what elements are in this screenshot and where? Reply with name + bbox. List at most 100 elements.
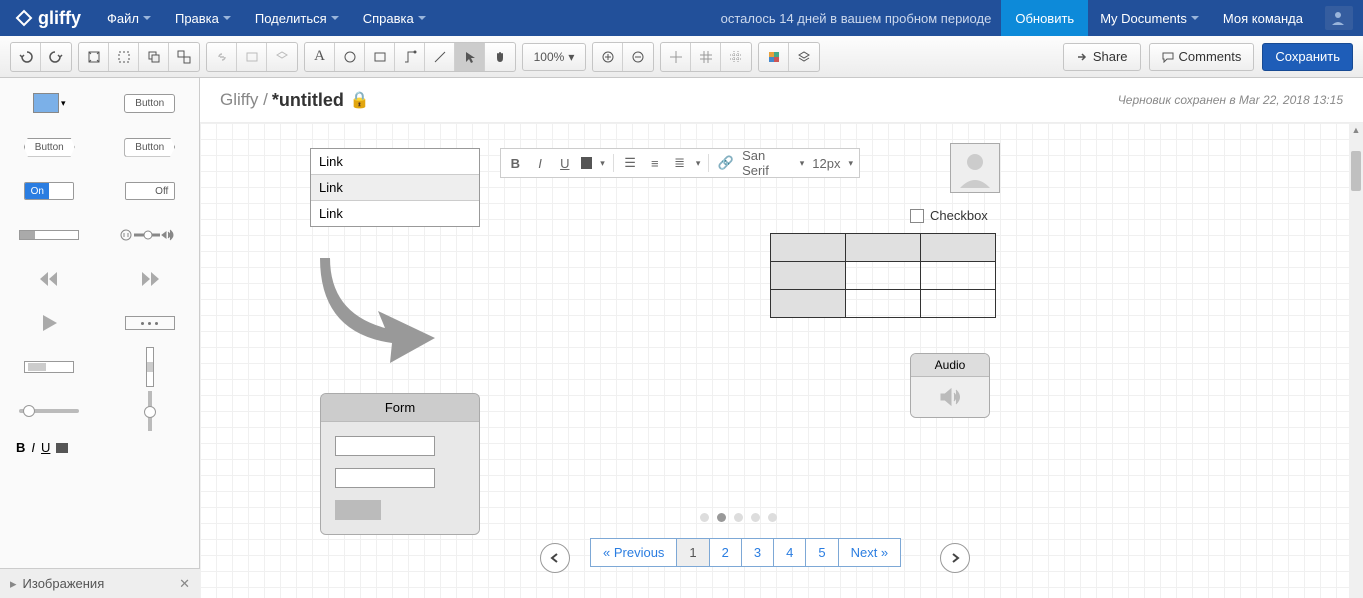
stencil-slider-v[interactable] [111, 352, 189, 382]
menu-help[interactable]: Справка [351, 0, 438, 36]
stencil-skip-forward[interactable] [111, 264, 189, 294]
list-ul-icon[interactable]: ☰ [622, 155, 639, 171]
page-4[interactable]: 4 [774, 539, 806, 566]
list-ol-icon[interactable]: ≡ [646, 156, 663, 171]
grid-snap-button[interactable] [661, 43, 691, 71]
rect-tool[interactable] [365, 43, 395, 71]
canvas-scrollbar[interactable]: ▲ [1349, 123, 1363, 598]
audio-title: Audio [911, 354, 989, 377]
form-submit [335, 500, 381, 520]
text-tool[interactable]: A [305, 43, 335, 71]
my-documents-menu[interactable]: My Documents [1088, 0, 1211, 36]
shape-table[interactable] [770, 233, 996, 318]
connector-tool[interactable] [395, 43, 425, 71]
align-icon[interactable]: ≣ [671, 155, 688, 171]
page-prev[interactable]: « Previous [591, 539, 677, 566]
menu-edit[interactable]: Правка [163, 0, 243, 36]
upgrade-button[interactable]: Обновить [1001, 0, 1088, 36]
zoom-select[interactable]: 100%▾ [522, 43, 586, 71]
form-title: Form [321, 394, 479, 422]
menu-file[interactable]: Файл [95, 0, 163, 36]
link-icon[interactable]: 🔗 [717, 155, 734, 171]
shape-checkbox[interactable]: Checkbox [910, 208, 988, 223]
scroll-up-icon[interactable]: ▲ [1349, 123, 1363, 137]
stencil-input[interactable] [10, 352, 88, 382]
share-button[interactable]: Share [1063, 43, 1141, 71]
layers-button[interactable] [789, 43, 819, 71]
speaker-icon [938, 385, 962, 409]
undo-button[interactable] [11, 43, 41, 71]
link-item[interactable]: Link [311, 175, 479, 201]
page-next[interactable]: Next » [839, 539, 901, 566]
shape-pager-dots[interactable] [700, 513, 777, 522]
pan-tool[interactable] [485, 43, 515, 71]
zoom-in-button[interactable] [593, 43, 623, 71]
pointer-tool[interactable] [455, 43, 485, 71]
shape-nav-next[interactable] [940, 543, 970, 573]
app-header: gliffy Файл Правка Поделиться Справка ос… [0, 0, 1363, 36]
stencil-text-format[interactable]: B I U [16, 440, 68, 455]
shape-avatar[interactable] [950, 143, 1000, 193]
lock-icon: 🔒 [350, 90, 370, 110]
stencil-progress[interactable] [10, 220, 88, 250]
bold-icon[interactable]: B [507, 156, 524, 171]
select-all-button[interactable] [109, 43, 139, 71]
guides-button[interactable] [721, 43, 751, 71]
canvas[interactable]: Link Link Link Form B I U [200, 123, 1363, 598]
stencil-button-arrow[interactable]: Button [124, 138, 175, 157]
stencil-switch[interactable] [10, 396, 88, 426]
shape-text-toolbar[interactable]: B I U ▾ ☰ ≡ ≣▾ 🔗 San Serif▾ 12px▾ [500, 148, 860, 178]
shape-form[interactable]: Form [320, 393, 480, 535]
scroll-thumb[interactable] [1351, 151, 1361, 191]
stencil-color-swatch[interactable]: ▾ [10, 88, 88, 118]
font-select[interactable]: San Serif [742, 148, 792, 178]
comments-button[interactable]: Comments [1149, 43, 1255, 71]
shape-pagination[interactable]: « Previous 1 2 3 4 5 Next » [590, 538, 901, 567]
share-icon [1076, 51, 1088, 63]
stencil-volume[interactable] [111, 220, 189, 250]
link-item[interactable]: Link [311, 149, 479, 175]
redo-button[interactable] [41, 43, 71, 71]
doc-title[interactable]: *untitled [272, 90, 344, 111]
line-tool[interactable] [425, 43, 455, 71]
stencil-more-menu[interactable] [111, 308, 189, 338]
theme-button[interactable] [759, 43, 789, 71]
my-team[interactable]: Моя команда [1211, 0, 1315, 36]
menu-share[interactable]: Поделиться [243, 0, 351, 36]
size-select[interactable]: 12px [812, 156, 840, 171]
shape-arrow[interactable] [320, 253, 440, 368]
close-icon[interactable]: ✕ [179, 576, 190, 592]
group-button[interactable] [139, 43, 169, 71]
page-2[interactable]: 2 [710, 539, 742, 566]
save-button[interactable]: Сохранить [1262, 43, 1353, 71]
page-3[interactable]: 3 [742, 539, 774, 566]
stencil-button-rounded[interactable]: Button [124, 94, 175, 113]
stencil-play[interactable] [10, 308, 88, 338]
underline-icon[interactable]: U [556, 156, 573, 171]
checkbox-box[interactable] [910, 209, 924, 223]
user-avatar[interactable] [1325, 6, 1353, 30]
page-1[interactable]: 1 [677, 539, 709, 566]
zoom-out-button[interactable] [623, 43, 653, 71]
ellipse-tool[interactable] [335, 43, 365, 71]
stencil-slider-knob[interactable] [111, 396, 189, 426]
stencil-button-hex[interactable]: Button [24, 138, 75, 157]
page-5[interactable]: 5 [806, 539, 838, 566]
italic-icon[interactable]: I [532, 156, 549, 171]
stencil-toggle-on[interactable]: On [10, 176, 88, 206]
images-section-header[interactable]: ▸ Изображения ✕ [0, 568, 200, 598]
color-icon[interactable] [581, 157, 592, 169]
stencil-toggle-off[interactable]: Off [111, 176, 189, 206]
fit-button[interactable] [79, 43, 109, 71]
grid-show-button[interactable] [691, 43, 721, 71]
link-item[interactable]: Link [311, 201, 479, 226]
breadcrumb[interactable]: Gliffy / [220, 90, 268, 110]
shape-links-list[interactable]: Link Link Link [310, 148, 480, 227]
chevron-left-icon [550, 553, 560, 563]
stencil-skip-back[interactable] [10, 264, 88, 294]
shape-nav-prev[interactable] [540, 543, 570, 573]
comment-icon [1162, 51, 1174, 63]
ungroup-button[interactable] [169, 43, 199, 71]
shape-audio[interactable]: Audio [910, 353, 990, 418]
logo[interactable]: gliffy [0, 8, 95, 29]
